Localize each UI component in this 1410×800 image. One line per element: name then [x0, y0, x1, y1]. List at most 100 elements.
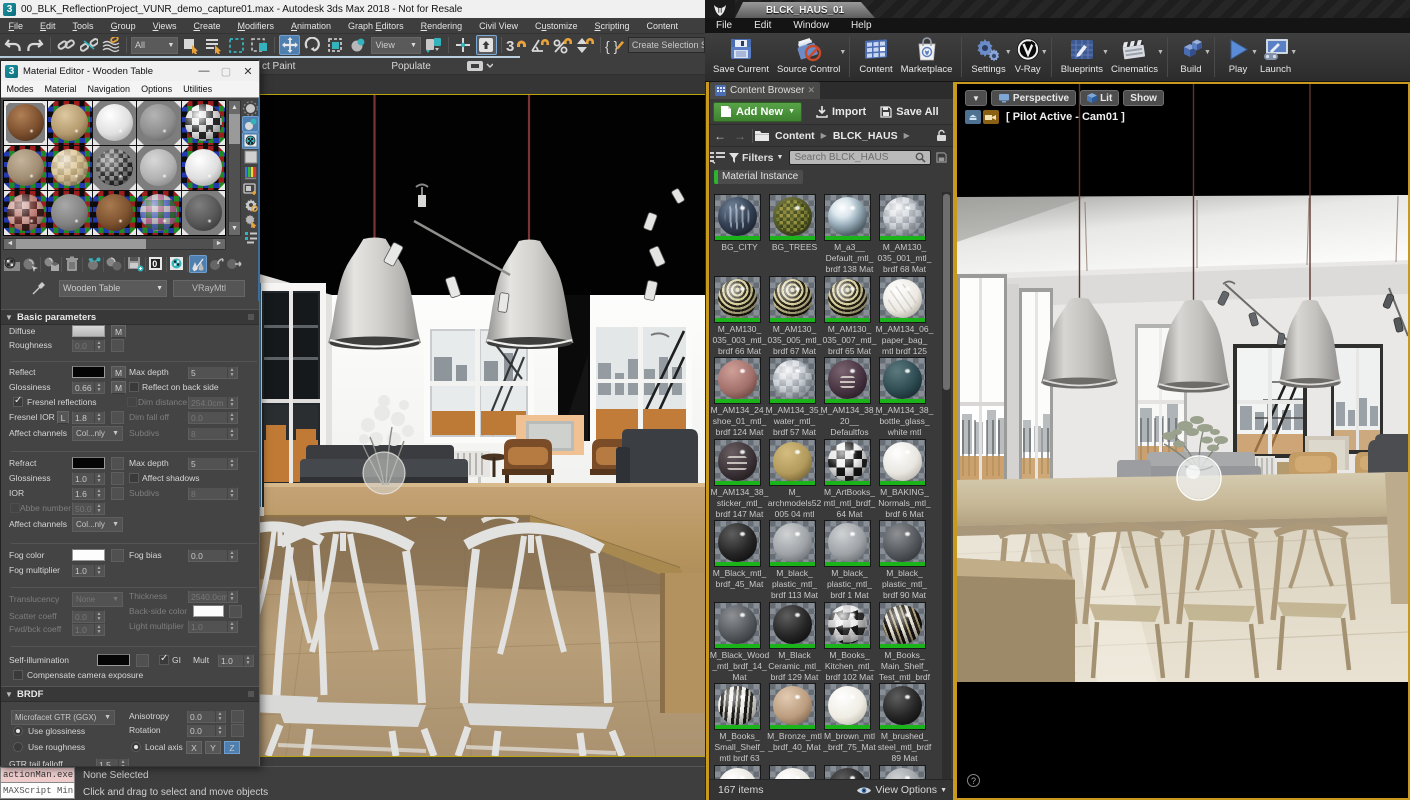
select-and-move-icon[interactable] — [279, 35, 300, 55]
meditor-menu-material[interactable]: Material — [39, 84, 82, 94]
max-menu-scripting[interactable]: Scripting — [586, 21, 638, 31]
axis-y-button[interactable]: Y — [205, 741, 221, 754]
dropdown-arrow-icon[interactable]: ▼ — [1157, 49, 1164, 56]
max-menu-graph-editors[interactable]: Graph Editors — [340, 21, 413, 31]
material-slot-9[interactable] — [137, 146, 180, 190]
material-slot-5[interactable] — [182, 101, 225, 145]
ue-menu-file[interactable]: File — [705, 20, 743, 31]
max-menu-views[interactable]: Views — [144, 21, 185, 31]
fresnel-checkbox[interactable] — [13, 397, 23, 407]
help-icon[interactable]: ? — [967, 774, 980, 787]
material-slot-14[interactable] — [137, 191, 180, 235]
rollout-basic-parameters[interactable]: ▼Basic parameters — [1, 309, 259, 325]
fog-multiplier-spinner[interactable]: 1.0▲▼ — [72, 564, 105, 577]
asset-m-am134-38-[interactable]: M_AM134_38_ sticker_mtl_ brdf 147 Mat — [712, 437, 767, 519]
meditor-menu-modes[interactable]: Modes — [1, 84, 39, 94]
select-and-manipulate-icon[interactable] — [348, 35, 369, 55]
dim-falloff-spinner[interactable]: 0.0▲▼ — [188, 411, 238, 424]
show-button[interactable]: Show — [1123, 90, 1164, 106]
asset-m-black-wood[interactable]: M_Black_Wood _mtl_brdf_14_ Mat — [712, 600, 767, 682]
window-crossing-icon[interactable] — [249, 35, 270, 55]
max-menu-animation[interactable]: Animation — [282, 21, 339, 31]
anisotropy-map-button[interactable] — [231, 710, 244, 723]
asset-m-brushed-[interactable]: M_brushed_ steel_mtl_brdf 89 Mat — [877, 681, 932, 763]
close-button[interactable]: ✕ — [237, 65, 259, 78]
add-new-button[interactable]: Add New▼ — [713, 102, 802, 122]
ue-menu-window[interactable]: Window — [782, 20, 840, 31]
max-depth-spinner[interactable]: 5▲▼ — [188, 366, 238, 379]
gi-checkbox[interactable] — [159, 655, 169, 665]
build-button[interactable]: Build▼ — [1173, 33, 1209, 81]
asset-m-brown-mtl[interactable]: M_brown_mtl _brdf_75_Mat — [822, 681, 877, 763]
material-slot-4[interactable] — [137, 101, 180, 145]
scatter-spinner[interactable]: 0.0▲▼ — [72, 610, 105, 623]
refract-map-button[interactable] — [111, 457, 124, 470]
mult-spinner[interactable]: 1.0▲▼ — [218, 654, 254, 667]
snap-3d-icon[interactable]: 3 — [506, 35, 527, 55]
bind-to-space-warp-icon[interactable] — [101, 35, 122, 55]
percent-snap-icon[interactable] — [552, 35, 573, 55]
scroll-thumb[interactable] — [943, 194, 950, 390]
backside-color-swatch[interactable] — [193, 605, 224, 617]
material-name-dropdown[interactable]: Wooden Table▼ — [59, 280, 167, 297]
rectangular-selection-region-icon[interactable] — [226, 35, 247, 55]
asset-m-artbooks-[interactable]: M_ArtBooks_ mtl_mtl_brdf_ 64 Mat — [822, 437, 877, 519]
scroll-left-icon[interactable]: ◄ — [4, 239, 16, 249]
affect-channels-dropdown[interactable]: Col...nly▼ — [72, 426, 123, 441]
max-menu-edit[interactable]: Edit — [32, 21, 65, 31]
dropdown-arrow-icon[interactable]: ▼ — [1204, 49, 1211, 56]
max-menu-tools[interactable]: Tools — [64, 21, 102, 31]
maxscript-listener-white[interactable]: MAXScript Min — [0, 783, 75, 799]
sample-type-icon[interactable] — [242, 100, 259, 116]
select-and-link-icon[interactable] — [55, 35, 76, 55]
level-tab[interactable]: BLCK_HAUS_01 — [735, 2, 875, 18]
show-end-result-icon[interactable] — [189, 255, 207, 273]
max-menu-rendering[interactable]: Rendering — [412, 21, 471, 31]
meditor-menu-options[interactable]: Options — [136, 84, 178, 94]
fwd-spinner[interactable]: 1.0▲▼ — [72, 623, 105, 636]
asset-partial-31[interactable] — [877, 763, 932, 780]
select-object-icon[interactable] — [180, 35, 201, 55]
save-all-button[interactable]: Save All — [880, 106, 938, 118]
reflect-color-swatch[interactable] — [72, 366, 105, 378]
undo-icon[interactable] — [2, 35, 23, 55]
abbe-spinner[interactable]: 50.0▲▼ — [72, 502, 105, 515]
compensate-checkbox[interactable] — [13, 670, 23, 680]
dim-distance-checkbox[interactable] — [127, 397, 137, 407]
asset-m-black-[interactable]: M_black_ plastic_mtl_ brdf 1 Mat — [822, 518, 877, 600]
refract-glossiness-spinner[interactable]: 1.0▲▼ — [72, 472, 105, 485]
filters-button[interactable]: Filters ▼ — [729, 152, 783, 164]
brdf-model-dropdown[interactable]: Microfacet GTR (GGX)▼ — [11, 710, 115, 725]
axis-z-button[interactable]: Z — [224, 741, 240, 754]
scroll-up-icon[interactable]: ▲ — [229, 101, 240, 114]
back-arrow-icon[interactable]: ← — [714, 129, 726, 143]
background-icon[interactable] — [242, 132, 259, 148]
glossiness-map-button[interactable]: M — [111, 381, 126, 394]
refract-glossiness-map-button[interactable] — [111, 472, 124, 485]
material-slot-7[interactable] — [48, 146, 91, 190]
close-tab-icon[interactable]: ✕ — [807, 85, 815, 96]
search-input[interactable]: Search BLCK_HAUS — [789, 150, 931, 165]
rollout-brdf[interactable]: ▼BRDF — [1, 686, 259, 702]
asset-m-am130-[interactable]: M_AM130_ 035_005_mtl_ brdf 67 Mat — [767, 274, 822, 356]
material-slot-1[interactable] — [4, 101, 47, 145]
go-to-parent-icon[interactable] — [207, 255, 225, 273]
lit-button[interactable]: Lit — [1080, 90, 1119, 106]
asset-m-am130-[interactable]: M_AM130_ 035_001_mtl_ brdf 68 Mat — [877, 192, 932, 274]
backside-map-button[interactable] — [229, 605, 242, 618]
put-material-to-scene-icon[interactable] — [21, 255, 39, 273]
max-menu-customize[interactable]: Customize — [526, 21, 586, 31]
sample-uv-tiling-icon[interactable] — [242, 149, 259, 165]
asset-m-am130-[interactable]: M_AM130_ 035_007_mtl_ brdf 65 Mat — [822, 274, 877, 356]
select-by-name-icon[interactable] — [203, 35, 224, 55]
settings-button[interactable]: Settings▼ — [967, 33, 1009, 81]
snaps-toggle-icon[interactable] — [476, 35, 497, 55]
asset-m-black-mtl-[interactable]: M_Black_mtl_ brdf_45_Mat — [712, 518, 767, 600]
save-current-button[interactable]: Save Current — [709, 33, 773, 81]
get-material-icon[interactable] — [3, 255, 21, 273]
unlink-selection-icon[interactable] — [78, 35, 99, 55]
material-id-channel-icon[interactable]: 0 — [147, 255, 165, 273]
save-search-icon[interactable] — [936, 152, 947, 163]
material-type-button[interactable]: VRayMtl — [173, 280, 245, 297]
use-pivot-point-icon[interactable] — [423, 35, 444, 55]
